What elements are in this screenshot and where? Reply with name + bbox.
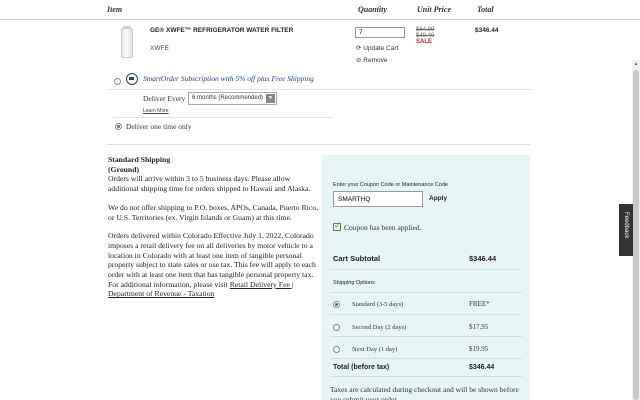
cart-table-header: Item Quantity Unit Price Total	[0, 0, 640, 20]
scroll-up-icon[interactable]: ▲	[633, 62, 639, 68]
update-cart-label: Update Cart	[363, 45, 399, 52]
second-day-shipping-radio[interactable]	[333, 324, 340, 331]
product-image[interactable]	[117, 26, 137, 62]
feedback-label: Feedback	[623, 212, 629, 239]
total-label: Total (before tax)	[333, 364, 390, 371]
colorado-fee-text: Orders delivered within Colorado Effecti…	[108, 231, 320, 299]
feedback-tab[interactable]: Feedback	[619, 204, 633, 256]
shipping-info: Standard Shipping (Ground) Orders will a…	[108, 155, 320, 299]
total-column-header: Total	[477, 5, 494, 14]
item-column-header: Item	[107, 5, 123, 14]
shipping-option-price: $19.95	[469, 345, 489, 353]
smartorder-title: SmartOrder Subscription with 5% off plus…	[143, 74, 314, 83]
total-value: $346.44	[469, 364, 495, 371]
quantity-column-header: Quantity	[358, 5, 387, 14]
delivery-frequency-select[interactable]: 6 months (Recommended) ▼	[188, 92, 277, 105]
product-name[interactable]: GE® XWFE™ REFRIGERATOR WATER FILTER	[150, 27, 293, 34]
order-summary-panel: Enter your Coupon Code or Maintenance Co…	[322, 155, 530, 400]
sale-badge: SALE	[416, 39, 433, 45]
shipping-restrictions-text: We do not offer shipping to P.O. boxes, …	[108, 202, 318, 222]
remove-label: Remove	[363, 57, 388, 64]
shipping-option-label: Next Day (1 day)	[352, 346, 398, 353]
shipping-subheading: (Ground)	[108, 164, 140, 174]
shipping-arrival-text: Orders will arrive within 3 to 5 busines…	[108, 174, 311, 194]
refresh-icon: ⟳	[356, 45, 362, 52]
remove-button[interactable]: ⊘ Remove	[356, 56, 387, 64]
quantity-input[interactable]	[355, 27, 405, 38]
shipping-option-price: FREE*	[469, 300, 490, 308]
line-total: $346.44	[475, 27, 499, 34]
tax-note: Taxes are calculated during checkout and…	[330, 385, 519, 400]
coupon-input[interactable]	[333, 191, 423, 207]
coupon-label: Enter your Coupon Code or Maintenance Co…	[333, 182, 448, 188]
scrollbar-thumb[interactable]	[633, 70, 639, 400]
shipping-heading: Standard Shipping	[108, 155, 171, 164]
learn-more-link[interactable]: Learn More	[143, 108, 169, 114]
shipping-option-price: $17.95	[469, 323, 489, 331]
deliver-every-label: Deliver Every	[143, 94, 186, 103]
section-divider	[107, 144, 530, 145]
product-sku: XWFE	[150, 45, 169, 52]
smartorder-option: SmartOrder Subscription with 5% off plus…	[113, 72, 333, 118]
chevron-down-icon: ▼	[266, 94, 275, 103]
check-icon	[333, 221, 341, 231]
smartorder-radio[interactable]	[114, 78, 121, 85]
next-day-shipping-radio[interactable]	[333, 346, 340, 353]
shipping-option-label: Standard (3-5 days)	[352, 301, 404, 308]
one-time-radio[interactable]	[115, 123, 122, 130]
delivery-frequency-value: 6 months (Recommended)	[192, 95, 264, 101]
remove-icon: ⊘	[356, 57, 362, 64]
smartorder-truck-icon	[126, 73, 138, 85]
update-cart-button[interactable]: ⟳ Update Cart	[356, 44, 398, 52]
subtotal-label: Cart Subtotal	[333, 254, 381, 263]
one-time-label[interactable]: Deliver one time only	[126, 122, 192, 131]
unit-price-column-header: Unit Price	[417, 5, 451, 14]
shipping-options-label: Shipping Options	[333, 280, 375, 286]
coupon-applied-message: Coupon has been applied.	[344, 223, 422, 232]
shipping-option-label: Second Day (2 days)	[352, 324, 407, 331]
apply-coupon-button[interactable]: Apply	[429, 195, 447, 202]
standard-shipping-radio[interactable]	[333, 301, 340, 308]
subtotal-value: $346.44	[469, 254, 497, 263]
